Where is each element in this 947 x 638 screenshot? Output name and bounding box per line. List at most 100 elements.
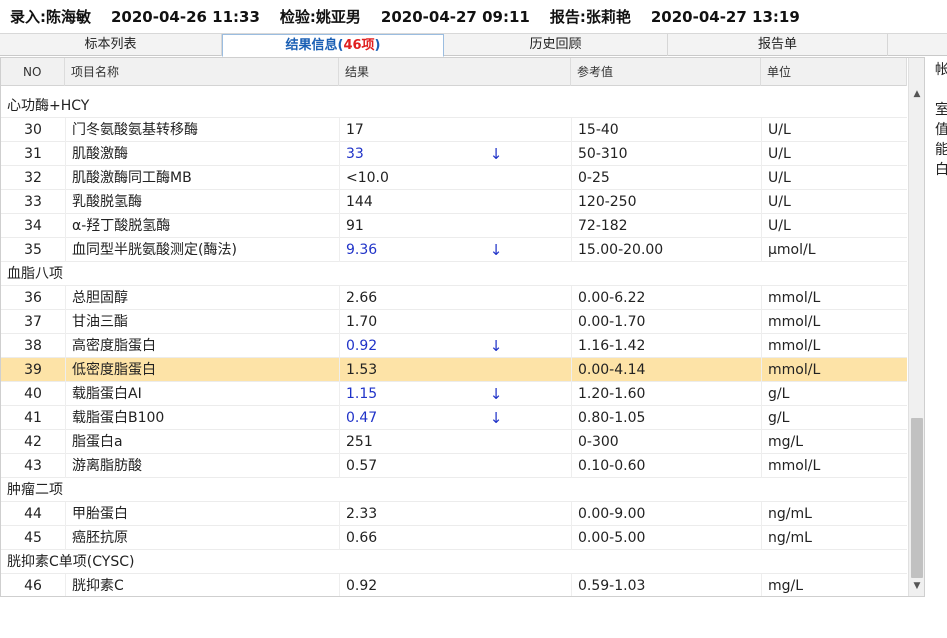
tab-label: 历史回顾 [529,37,582,52]
col-header-no[interactable]: NO [1,58,65,86]
row-unit: mmol/L [761,334,907,358]
table-row[interactable]: 38 高密度脂蛋白 0.92 ↓ 1.16-1.42 mmol/L [1,334,907,358]
row-unit: mg/L [761,430,907,454]
row-unit: U/L [761,142,907,166]
tab-sample-list[interactable]: 标本列表 [0,34,222,56]
col-header-reference[interactable]: 参考值 [571,58,761,86]
row-result: 0.66 [339,526,479,550]
row-reference: 1.16-1.42 [571,334,761,358]
report-person: 报告:张莉艳 [549,8,631,26]
report-time: 2020-04-27 13:19 [650,7,800,26]
row-reference: 0.00-9.00 [571,502,761,526]
report-info-bar: 录入:陈海敏 2020-04-26 11:33 检验:姚亚男 2020-04-2… [0,0,947,33]
row-item-name: 门冬氨酸氨基转移酶 [65,118,339,142]
row-result: 91 [339,214,479,238]
table-row[interactable]: 43 游离脂肪酸 0.57 0.10-0.60 mmol/L [1,454,907,478]
table-row[interactable]: 44 甲胎蛋白 2.33 0.00-9.00 ng/mL [1,502,907,526]
table-row[interactable]: 31 肌酸激酶 33 ↓ 50-310 U/L [1,142,907,166]
row-item-name: 癌胚抗原 [65,526,339,550]
row-result: 0.92 [339,334,479,358]
col-header-result[interactable]: 结果 [339,58,571,86]
row-result: 1.15 [339,382,479,406]
col-header-unit[interactable]: 单位 [761,58,907,86]
row-unit: g/L [761,406,907,430]
row-item-name: 肌酸激酶同工酶MB [65,166,339,190]
row-unit: U/L [761,214,907,238]
row-no: 33 [24,194,42,210]
row-reference: 0.10-0.60 [571,454,761,478]
row-unit: μmol/L [761,238,907,262]
row-item-name: 游离脂肪酸 [65,454,339,478]
row-unit: mmol/L [761,358,907,382]
row-item-name: 甘油三酯 [65,310,339,334]
row-no: 30 [24,122,42,138]
table-row[interactable]: 41 载脂蛋白B100 0.47 ↓ 0.80-1.05 g/L [1,406,907,430]
row-no: 38 [24,338,42,354]
low-flag-arrow-icon: ↓ [489,385,503,403]
tab-label-suffix: ) [374,38,381,53]
row-unit: mmol/L [761,454,907,478]
row-reference: 0.00-6.22 [571,286,761,310]
group-cystatin-c: 胱抑素C单项(CYSC) [1,550,907,574]
result-count-badge: 46项 [343,38,375,53]
table-row[interactable]: 33 乳酸脱氢酶 144 120-250 U/L [1,190,907,214]
tab-report-sheet[interactable]: 报告单 [668,34,888,56]
entry-time: 2020-04-26 11:33 [111,7,260,26]
row-unit: mmol/L [761,286,907,310]
row-no: 45 [24,530,42,546]
row-item-name: 血同型半胱氨酸测定(酶法) [65,238,339,262]
side-text: 白 [935,162,947,178]
table-row[interactable]: 30 门冬氨酸氨基转移酶 17 15-40 U/L [1,118,907,142]
row-result: 2.33 [339,502,479,526]
table-row[interactable]: 40 载脂蛋白AI 1.15 ↓ 1.20-1.60 g/L [1,382,907,406]
row-reference: 0.80-1.05 [571,406,761,430]
row-no: 32 [24,170,42,186]
scroll-down-arrow-icon[interactable]: ▼ [909,578,924,594]
row-reference: 0.00-4.14 [571,358,761,382]
row-result: 0.47 [339,406,479,430]
row-result: 144 [339,190,479,214]
group-lipid-panel: 血脂八项 [1,262,907,286]
table-row[interactable]: 45 癌胚抗原 0.66 0.00-5.00 ng/mL [1,526,907,550]
table-row[interactable]: 37 甘油三酯 1.70 0.00-1.70 mmol/L [1,310,907,334]
tab-history-review[interactable]: 历史回顾 [444,34,668,56]
row-no: 40 [24,386,42,402]
scroll-up-arrow-icon[interactable]: ▲ [909,86,924,102]
row-reference: 0.00-5.00 [571,526,761,550]
vertical-scrollbar[interactable]: ▲ ▼ [908,58,924,596]
row-item-name: 甲胎蛋白 [65,502,339,526]
row-reference: 0-25 [571,166,761,190]
row-unit: g/L [761,382,907,406]
table-row-selected[interactable]: 39 低密度脂蛋白 1.53 0.00-4.14 mmol/L [1,358,907,382]
row-unit: mmol/L [761,310,907,334]
row-item-name: 载脂蛋白B100 [65,406,339,430]
row-unit: mg/L [761,574,907,596]
table-row[interactable]: 32 肌酸激酶同工酶MB <10.0 0-25 U/L [1,166,907,190]
row-reference: 120-250 [571,190,761,214]
table-row[interactable]: 35 血同型半胱氨酸测定(酶法) 9.36 ↓ 15.00-20.00 μmol… [1,238,907,262]
row-reference: 0.00-1.70 [571,310,761,334]
col-header-name[interactable]: 项目名称 [65,58,339,86]
row-no: 46 [24,578,42,594]
table-row[interactable]: 46 胱抑素C 0.92 0.59-1.03 mg/L [1,574,907,596]
tab-result-info[interactable]: 结果信息(46项) [222,34,444,57]
table-body: 心功酶+HCY 30 门冬氨酸氨基转移酶 17 15-40 U/L 31 肌酸激… [1,86,907,596]
row-result: 0.57 [339,454,479,478]
row-reference: 0-300 [571,430,761,454]
row-no: 31 [24,146,42,162]
entry-person: 录入:陈海敏 [10,8,91,26]
row-result: 17 [339,118,479,142]
row-result: 251 [339,430,479,454]
row-no: 44 [24,506,42,522]
scrollbar-thumb[interactable] [911,418,923,578]
row-unit: U/L [761,118,907,142]
side-panel-clipped: 帐 室 值 能 白 [935,60,947,180]
side-text: 室 [935,102,947,118]
table-row[interactable]: 34 α-羟丁酸脱氢酶 91 72-182 U/L [1,214,907,238]
table-row[interactable]: 36 总胆固醇 2.66 0.00-6.22 mmol/L [1,286,907,310]
row-reference: 72-182 [571,214,761,238]
row-result: 33 [339,142,479,166]
row-item-name: 肌酸激酶 [65,142,339,166]
result-table-panel: NO 项目名称 结果 参考值 单位 心功酶+HCY 30 门冬氨酸氨基转移酶 1… [0,57,925,597]
table-row[interactable]: 42 脂蛋白a 251 0-300 mg/L [1,430,907,454]
